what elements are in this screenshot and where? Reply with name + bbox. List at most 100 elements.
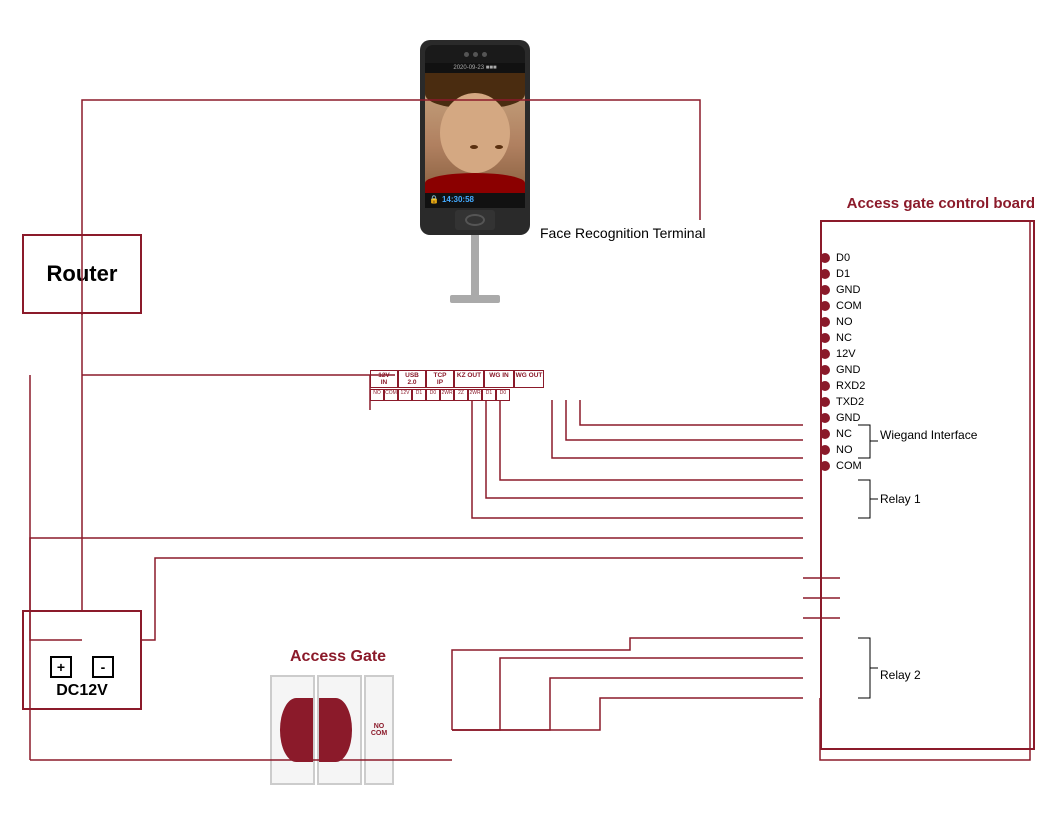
pin-d0: D0 xyxy=(426,389,440,401)
dot-rxd2 xyxy=(820,381,830,391)
label-nc2: NC xyxy=(836,428,871,440)
label-d0: D0 xyxy=(836,252,871,264)
terminal-point-rxd2: RXD2 xyxy=(820,380,871,392)
terminal-pole xyxy=(471,235,479,295)
dot-no2 xyxy=(820,445,830,455)
label-gnd1: GND xyxy=(836,284,871,296)
port-label-wgin: WG IN xyxy=(484,370,514,388)
terminal-point-gnd1: GND xyxy=(820,284,871,296)
terminal-point-txd2: TXD2 xyxy=(820,396,871,408)
label-gnd2: GND xyxy=(836,364,871,376)
label-12v: 12V xyxy=(836,348,871,360)
terminal-dot-3 xyxy=(482,52,487,57)
terminal-top xyxy=(425,45,525,63)
pin-2wr2: 2WR xyxy=(468,389,482,401)
label-gnd3: GND xyxy=(836,412,871,424)
battery-plus: + xyxy=(50,656,72,678)
terminal-point-com: COM xyxy=(820,300,871,312)
terminal-point-gnd2: GND xyxy=(820,364,871,376)
terminal-body: 2020-09-23 ■■■ 🔒 14:30:58 xyxy=(420,40,530,235)
terminal-point-nc2: NC xyxy=(820,428,871,440)
terminal-point-no2: NO xyxy=(820,444,871,456)
port-labels-row: 12VIN USB2.0 TCPIP KZ OUT WG IN WG OUT xyxy=(370,370,544,388)
terminal-lock-icon: 🔒 xyxy=(429,195,439,204)
terminal-dot-2 xyxy=(473,52,478,57)
eye-right xyxy=(495,145,503,149)
pin-d0b: D0 xyxy=(496,389,510,401)
dot-gnd1 xyxy=(820,285,830,295)
battery-terminals: + - xyxy=(50,656,114,678)
terminal-base xyxy=(450,295,500,303)
gate-side-panel: NO COM xyxy=(364,675,394,785)
port-label-usb: USB2.0 xyxy=(398,370,426,388)
pin-d1: D1 xyxy=(412,389,426,401)
terminal-date: 2020-09-23 ■■■ xyxy=(425,63,525,73)
label-nc1: NC xyxy=(836,332,871,344)
label-no1: NO xyxy=(836,316,871,328)
battery-label: DC12V xyxy=(56,682,108,700)
gate-port-no: NO xyxy=(374,723,385,730)
pin-2z: 2Z xyxy=(454,389,468,401)
access-gate-device: NO COM xyxy=(270,675,394,785)
label-com: COM xyxy=(836,300,871,312)
dot-d0 xyxy=(820,253,830,263)
pin-2wr1: 2WR xyxy=(440,389,454,401)
reader-oval xyxy=(465,214,485,226)
gate-panel-right xyxy=(317,675,362,785)
terminal-reader xyxy=(455,210,495,230)
terminal-strip: D0 D1 GND COM NO NC xyxy=(820,252,871,472)
dot-gnd2 xyxy=(820,365,830,375)
gate-port-com: COM xyxy=(371,730,387,737)
port-label-12v: 12VIN xyxy=(370,370,398,388)
access-gate-label: Access Gate xyxy=(290,648,386,666)
port-label-tcp: TCPIP xyxy=(426,370,454,388)
label-d1: D1 xyxy=(836,268,871,280)
face-oval xyxy=(440,93,510,173)
pin-com: COM xyxy=(384,389,398,401)
terminal-face xyxy=(425,73,525,193)
terminal-point-nc1: NC xyxy=(820,332,871,344)
shoulder xyxy=(425,173,525,193)
terminal-point-no1: NO xyxy=(820,316,871,328)
relay1-label: Relay 1 xyxy=(880,492,921,506)
terminal-point-d0: D0 xyxy=(820,252,871,264)
dot-txd2 xyxy=(820,397,830,407)
terminal-label: Face Recognition Terminal xyxy=(540,225,706,241)
pin-d1b: D1 xyxy=(482,389,496,401)
wiegand-interface-label: Wiegand Interface xyxy=(880,428,977,442)
pin-12v: 12V xyxy=(398,389,412,401)
router-label: Router xyxy=(47,261,118,287)
terminal-time-bar: 🔒 14:30:58 xyxy=(425,193,525,206)
relay2-label: Relay 2 xyxy=(880,668,921,682)
terminal-time: 14:30:58 xyxy=(442,195,474,204)
gate-port-labels: NO COM xyxy=(371,723,387,737)
label-rxd2: RXD2 xyxy=(836,380,871,392)
terminal-device: 2020-09-23 ■■■ 🔒 14:30:58 xyxy=(420,40,530,303)
gate-panel-left xyxy=(270,675,315,785)
control-board-title: Access gate control board xyxy=(847,195,1035,212)
control-board: D0 D1 GND COM NO NC xyxy=(820,220,1035,750)
dot-nc1 xyxy=(820,333,830,343)
terminal-point-12v: 12V xyxy=(820,348,871,360)
terminal-dot-1 xyxy=(464,52,469,57)
terminal-screen: 2020-09-23 ■■■ 🔒 14:30:58 xyxy=(425,63,525,208)
terminal-point-d1: D1 xyxy=(820,268,871,280)
battery-minus: - xyxy=(92,656,114,678)
dot-nc2 xyxy=(820,429,830,439)
router-box: Router xyxy=(22,234,142,314)
dot-d1 xyxy=(820,269,830,279)
dot-gnd3 xyxy=(820,413,830,423)
dot-com xyxy=(820,301,830,311)
port-label-wgout: WG OUT xyxy=(514,370,544,388)
port-pins-row: NO COM 12V D1 D0 2WR 2Z 2WR D1 D0 xyxy=(370,389,544,401)
port-label-kzout: KZ OUT xyxy=(454,370,484,388)
battery-box: + - DC12V xyxy=(22,610,142,710)
label-com2: COM xyxy=(836,460,871,472)
dot-com2 xyxy=(820,461,830,471)
eye-left xyxy=(470,145,478,149)
label-no2: NO xyxy=(836,444,871,456)
label-txd2: TXD2 xyxy=(836,396,871,408)
terminal-point-gnd3: GND xyxy=(820,412,871,424)
dot-12v xyxy=(820,349,830,359)
pin-no: NO xyxy=(370,389,384,401)
